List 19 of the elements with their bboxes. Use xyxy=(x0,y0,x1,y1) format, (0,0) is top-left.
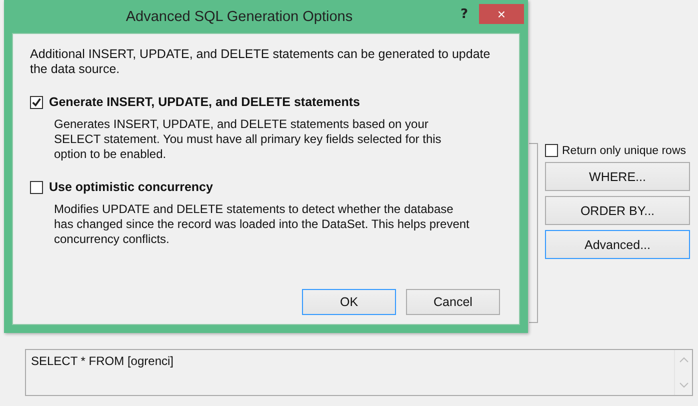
dialog-button[interactable]: WHERE... xyxy=(545,162,690,191)
checkbox[interactable] xyxy=(30,180,43,194)
option-description: Generates INSERT, UPDATE, and DELETE statements based on your SELECT statement. You must have all primary key fields selected for this option to be enabled. xyxy=(54,117,442,162)
dialog-button[interactable]: ORDER BY... xyxy=(545,196,690,225)
help-button[interactable]: ? xyxy=(456,7,472,22)
checkbox-label: Use optimistic concurrency xyxy=(49,180,213,194)
close-button[interactable]: × xyxy=(479,4,524,24)
sql-text-area[interactable]: SELECT * FROM [ogrenci] xyxy=(25,349,693,396)
dialog-button[interactable]: OK xyxy=(302,289,396,315)
option-description: Modifies UPDATE and DELETE statements to detect whether the database has changed since the record was loaded into the DataSet. This helps prevent concurrency conflicts. xyxy=(54,202,470,247)
dialog-button[interactable]: Cancel xyxy=(406,289,500,315)
intro-text: Additional INSERT, UPDATE, and DELETE statements can be generated to update the data source. xyxy=(30,47,492,77)
checkbox[interactable] xyxy=(545,144,558,157)
sql-statement: SELECT * FROM [ogrenci] xyxy=(30,353,174,370)
checkbox[interactable] xyxy=(30,96,43,108)
window-title: Advanced SQL Generation Options xyxy=(124,8,354,24)
checkbox-label: Return only unique rows xyxy=(562,144,686,156)
dialog-button[interactable]: Advanced... xyxy=(545,230,690,259)
checkbox-label: Generate INSERT, UPDATE, and DELETE statements xyxy=(49,95,360,109)
